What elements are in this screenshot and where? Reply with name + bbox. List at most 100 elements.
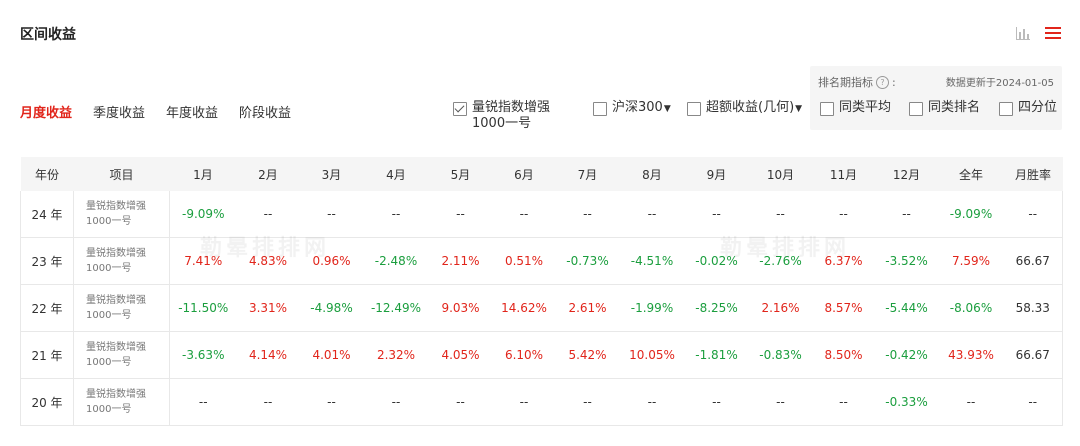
checkbox-icon[interactable] xyxy=(909,102,923,116)
column-header: 7月 xyxy=(555,157,620,191)
value-cell: -- xyxy=(428,191,493,238)
value-cell: -0.83% xyxy=(748,331,813,379)
value-cell: -0.42% xyxy=(874,331,939,379)
excess-return-checkbox[interactable]: 超额收益(几何)▼ xyxy=(687,100,802,117)
checkbox-icon[interactable] xyxy=(687,102,701,116)
value-cell: -4.98% xyxy=(299,284,364,332)
value-cell: 2.61% xyxy=(555,284,620,332)
value-cell: -2.76% xyxy=(748,237,813,285)
checkbox-icon[interactable] xyxy=(999,102,1013,116)
excess-return-label: 超额收益(几何) xyxy=(706,100,795,115)
value-cell: -0.33% xyxy=(874,378,939,426)
column-header: 4月 xyxy=(363,157,429,191)
value-cell: -2.48% xyxy=(363,237,429,285)
value-cell: 8.57% xyxy=(812,284,875,332)
fund-checkbox[interactable]: 量锐指数增强 1000一号 xyxy=(453,100,550,132)
value-cell: -- xyxy=(938,378,1004,426)
hs300-checkbox[interactable]: 沪深300▼ xyxy=(593,100,671,117)
value-cell: -- xyxy=(684,191,749,238)
value-cell: -- xyxy=(492,378,556,426)
column-header: 6月 xyxy=(492,157,556,191)
value-cell: -9.09% xyxy=(169,191,237,238)
value-cell: 3.31% xyxy=(236,284,300,332)
caret-down-icon[interactable]: ▼ xyxy=(795,104,802,114)
peer-average-label: 同类平均 xyxy=(839,100,892,115)
item-name-line2: 1000一号 xyxy=(86,357,132,368)
item-cell: 量锐指数增强 1000一号 xyxy=(73,284,170,332)
table-row: 23 年 量锐指数增强 1000一号 7.41% 4.83% 0.96% -2.48% 2.1… xyxy=(20,237,1063,285)
item-cell: 量锐指数增强 1000一号 xyxy=(73,237,170,285)
value-cell: -- xyxy=(169,378,237,426)
value-cell: -0.73% xyxy=(555,237,620,285)
table-row: 24 年量锐指数增强 1000一号 -9.09% -- -- -- -- -- -- -- -- --… xyxy=(20,191,1063,238)
value-cell: -- xyxy=(619,191,685,238)
tab-yearly[interactable]: 年度收益 xyxy=(166,102,218,121)
caret-down-icon[interactable]: ▼ xyxy=(664,104,671,114)
value-cell: -- xyxy=(299,378,364,426)
column-header: 项目 xyxy=(73,157,170,191)
fund-name-line2: 1000一号 xyxy=(472,116,532,131)
item-name-line1: 量锐指数增强 xyxy=(86,201,146,212)
year-cell: 24 年 xyxy=(20,191,74,238)
value-cell: -8.25% xyxy=(684,284,749,332)
value-cell: 6.10% xyxy=(492,331,556,379)
ranking-metric-label: 排名期指标 xyxy=(818,76,873,89)
peer-average-checkbox[interactable]: 同类平均 xyxy=(820,100,891,116)
table-row: 22 年 量锐指数增强 1000一号 -11.50% 3.31% -4.98% -12.49… xyxy=(20,284,1063,332)
value-cell: -- xyxy=(874,191,939,238)
value-cell: -- xyxy=(684,378,749,426)
value-cell: -5.44% xyxy=(874,284,939,332)
value-cell: 8.50% xyxy=(812,331,875,379)
column-header: 3月 xyxy=(299,157,364,191)
value-cell: -12.49% xyxy=(363,284,429,332)
value-cell: 0.51% xyxy=(492,237,556,285)
help-icon[interactable]: ? xyxy=(876,75,889,89)
value-cell: -- xyxy=(492,191,556,238)
value-cell: 58.33 xyxy=(1003,284,1063,332)
bar-chart-icon[interactable] xyxy=(1014,24,1032,42)
value-cell: 7.59% xyxy=(938,237,1004,285)
column-header: 年份 xyxy=(20,157,74,191)
value-cell: 2.11% xyxy=(428,237,493,285)
data-updated-date: 数据更新于2024-01-05 xyxy=(945,78,1054,89)
column-header: 5月 xyxy=(428,157,493,191)
checkbox-icon[interactable] xyxy=(593,102,607,116)
column-header: 全年 xyxy=(938,157,1004,191)
column-header: 11月 xyxy=(812,157,875,191)
fund-name-line1: 量锐指数增强 xyxy=(472,100,551,115)
menu-icon[interactable] xyxy=(1044,24,1062,42)
value-cell: -- xyxy=(363,378,429,426)
checkbox-icon[interactable] xyxy=(820,102,834,116)
checkbox-checked-icon[interactable] xyxy=(453,102,467,116)
item-cell: 量锐指数增强 1000一号 xyxy=(73,331,170,379)
value-cell: -- xyxy=(555,191,620,238)
peer-rank-checkbox[interactable]: 同类排名 xyxy=(909,100,980,116)
value-cell: 5.42% xyxy=(555,331,620,379)
monthly-return-table: 年份 项目 1月 2月 3月 4月 5月 6月 7月 8月 9月 10月 11月 12月 全年 月胜率 24 … xyxy=(20,157,1063,426)
value-cell: -- xyxy=(619,378,685,426)
value-cell: -- xyxy=(428,378,493,426)
quartile-checkbox[interactable]: 四分位 xyxy=(999,100,1057,116)
value-cell: -- xyxy=(748,191,813,238)
period-tabs: 月度收益 季度收益 年度收益 阶段收益 xyxy=(20,102,291,121)
value-cell: 0.96% xyxy=(299,237,364,285)
value-cell: -1.81% xyxy=(684,331,749,379)
tab-quarterly[interactable]: 季度收益 xyxy=(93,102,145,121)
tab-monthly[interactable]: 月度收益 xyxy=(20,102,72,121)
value-cell: 7.41% xyxy=(169,237,237,285)
column-header: 12月 xyxy=(874,157,939,191)
value-cell: -1.99% xyxy=(619,284,685,332)
year-cell: 20 年 xyxy=(20,378,74,426)
value-cell: 4.05% xyxy=(428,331,493,379)
tab-stage[interactable]: 阶段收益 xyxy=(239,102,291,121)
value-cell: -- xyxy=(555,378,620,426)
value-cell: 6.37% xyxy=(812,237,875,285)
value-cell: -- xyxy=(236,191,300,238)
value-cell: -11.50% xyxy=(169,284,237,332)
item-name-line1: 量锐指数增强 xyxy=(86,248,146,259)
value-cell: 43.93% xyxy=(938,331,1004,379)
table-row: 21 年 量锐指数增强 1000一号 -3.63% 4.14% 4.01% 2.32% 4.0… xyxy=(20,331,1063,379)
value-cell: 4.83% xyxy=(236,237,300,285)
value-cell: -- xyxy=(236,378,300,426)
table-body: 24 年量锐指数增强 1000一号 -9.09% -- -- -- -- -- -- -- -- --… xyxy=(20,191,1063,426)
